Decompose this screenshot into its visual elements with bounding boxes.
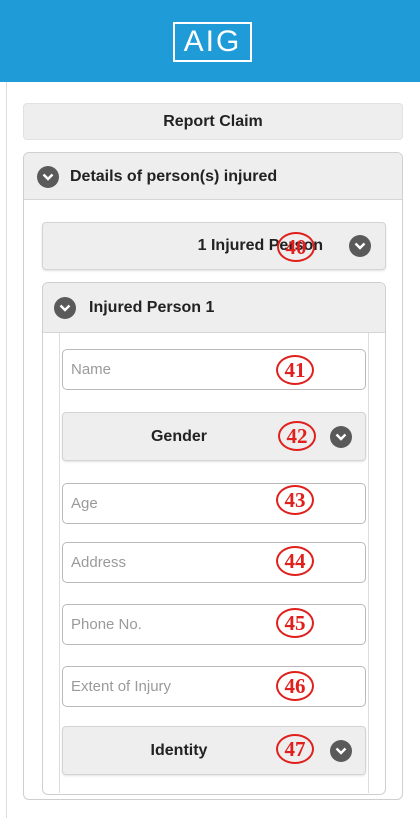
chevron-down-icon (330, 426, 352, 448)
annotation-marker-42: 42 (278, 421, 316, 451)
left-divider (6, 82, 7, 818)
report-claim-button[interactable]: Report Claim (23, 103, 403, 140)
annotation-marker-45: 45 (276, 608, 314, 638)
annotation-marker-44: 44 (276, 546, 314, 576)
annotation-marker-47: 47 (276, 734, 314, 764)
name-field[interactable] (62, 349, 366, 390)
injury-extent-field[interactable] (62, 666, 366, 707)
chevron-down-icon (54, 297, 76, 319)
injured-count-select[interactable]: 1 Injured Person (42, 222, 386, 270)
annotation-marker-40: 40 (277, 232, 315, 262)
app-header: AIG (0, 0, 420, 82)
injured-person-header[interactable]: Injured Person 1 (43, 283, 385, 333)
chevron-down-icon (349, 235, 371, 257)
chevron-down-icon (37, 166, 59, 188)
section-header-injured[interactable]: Details of person(s) injured (24, 153, 402, 200)
identity-label: Identity (150, 742, 208, 759)
injured-person-title: Injured Person 1 (89, 299, 215, 316)
phone-field[interactable] (62, 604, 366, 645)
address-field[interactable] (62, 542, 366, 583)
gender-select[interactable]: Gender (62, 412, 366, 461)
identity-select[interactable]: Identity (62, 726, 366, 775)
annotation-marker-43: 43 (276, 485, 314, 515)
annotation-marker-41: 41 (276, 355, 314, 385)
gender-label: Gender (150, 428, 207, 445)
aig-logo: AIG (173, 22, 252, 62)
annotation-marker-46: 46 (276, 671, 314, 701)
chevron-down-icon (330, 740, 352, 762)
section-title: Details of person(s) injured (70, 168, 278, 185)
age-field[interactable] (62, 483, 366, 524)
